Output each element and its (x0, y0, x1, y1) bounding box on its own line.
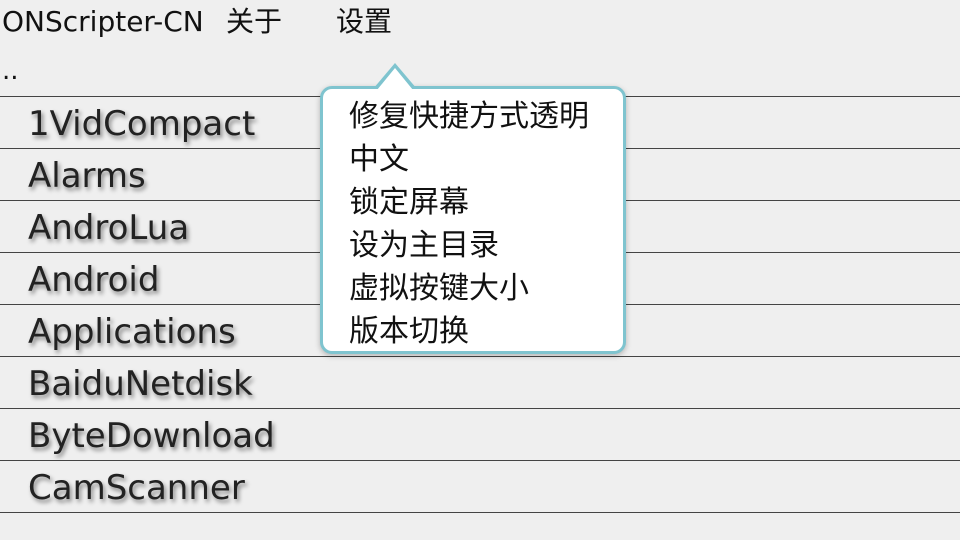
file-row-label: Android (28, 260, 160, 300)
file-row-label: ByteDownload (28, 416, 275, 456)
file-row-label: BaiduNetdisk (28, 364, 253, 404)
parent-directory-item[interactable]: .. (2, 56, 19, 86)
settings-menu[interactable]: 设置 (336, 4, 392, 40)
menu-item-version-switch[interactable]: 版本切换 (323, 310, 623, 353)
menu-item-lock-screen[interactable]: 锁定屏幕 (323, 181, 623, 224)
about-menu[interactable]: 关于 (226, 4, 282, 40)
file-row-label: CamScanner (28, 468, 245, 508)
file-row-label: Alarms (28, 156, 146, 196)
file-row-label: 1VidCompact (28, 104, 256, 144)
file-row-camscanner[interactable]: CamScanner (0, 460, 960, 512)
file-row-bytedownload[interactable]: ByteDownload (0, 408, 960, 460)
popup-pointer-fill (377, 68, 413, 90)
app-title[interactable]: ONScripter-CN (2, 4, 204, 40)
settings-menu-list: 修复快捷方式透明 中文 锁定屏幕 设为主目录 虚拟按键大小 版本切换 (323, 89, 623, 353)
menu-item-set-home-directory[interactable]: 设为主目录 (323, 224, 623, 267)
menu-item-virtual-key-size[interactable]: 虚拟按键大小 (323, 267, 623, 310)
file-row-label: AndroLua (28, 208, 190, 248)
file-row-label: Applications (28, 312, 236, 352)
menu-item-fix-shortcut-transparency[interactable]: 修复快捷方式透明 (323, 95, 623, 138)
app-screen: ONScripter-CN 关于 设置 .. 1VidCompact Alarm… (0, 0, 960, 540)
file-row-baidunetdisk[interactable]: BaiduNetdisk (0, 356, 960, 408)
menu-item-chinese[interactable]: 中文 (323, 138, 623, 181)
top-menu-bar: ONScripter-CN 关于 设置 (0, 0, 960, 48)
settings-popup-menu: 修复快捷方式透明 中文 锁定屏幕 设为主目录 虚拟按键大小 版本切换 (320, 63, 626, 354)
file-row-partial (0, 512, 960, 540)
